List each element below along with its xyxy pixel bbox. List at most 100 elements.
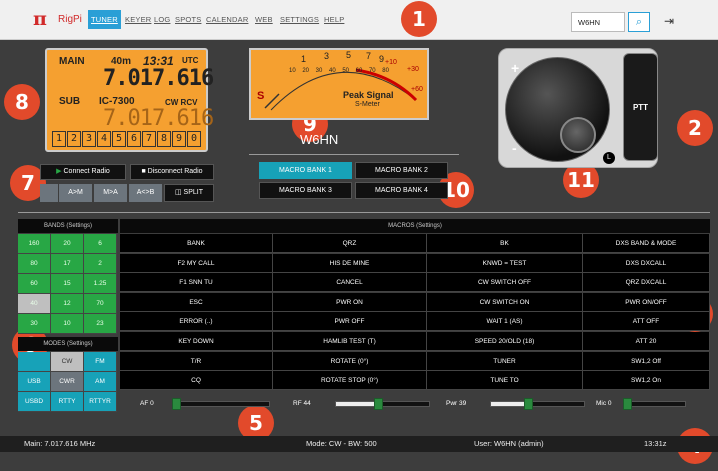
macro-button[interactable]: F2 MY CALL (120, 253, 273, 273)
nav-settings[interactable]: SETTINGS (280, 15, 319, 24)
mode-button[interactable]: RTTY (51, 392, 84, 412)
mode-button[interactable]: CWR (51, 372, 84, 392)
mode-button[interactable]: CW (51, 352, 84, 372)
macro-button[interactable]: ATT 20 (583, 332, 710, 351)
macro-bank-4[interactable]: MACRO BANK 4 (355, 182, 448, 199)
macro-button[interactable]: DXS DXCALL (583, 253, 710, 273)
nav-calendar[interactable]: CALENDAR (206, 15, 248, 24)
macro-button[interactable]: CW SWITCH ON (427, 292, 583, 312)
macro-button[interactable]: PWR ON (273, 292, 427, 312)
pi-logo[interactable]: π (33, 8, 47, 30)
macro-button[interactable]: T/R (120, 351, 273, 371)
nav-tuner[interactable]: TUNER (88, 10, 121, 29)
macro-button[interactable]: ATT OFF (583, 312, 710, 332)
nav-help[interactable]: HELP (324, 15, 344, 24)
slider-thumb[interactable] (524, 398, 534, 410)
slider-track[interactable] (490, 398, 585, 410)
slider-track[interactable] (623, 398, 686, 410)
slider-track[interactable] (172, 398, 270, 410)
band-button[interactable]: 30 (18, 314, 51, 334)
memory-cell[interactable]: 5 (112, 131, 126, 147)
mode-button[interactable]: AM (84, 372, 117, 392)
lock-button[interactable]: L (603, 152, 615, 164)
slider-thumb[interactable] (373, 398, 383, 410)
slider-thumb[interactable] (623, 398, 632, 410)
band-button[interactable]: 23 (84, 314, 117, 334)
macro-button[interactable]: SW1,2 Off (583, 351, 710, 371)
band-button[interactable]: 40 (18, 294, 51, 314)
knob-plus-button[interactable]: + (511, 60, 519, 76)
macros-header[interactable]: MACROS (Settings) (120, 219, 710, 233)
tuning-knob[interactable] (505, 57, 610, 162)
band-button[interactable]: 80 (18, 254, 51, 274)
macro-button[interactable]: KNWD = TEST (427, 253, 583, 273)
knob-dimple[interactable] (560, 117, 596, 153)
macro-button[interactable]: SW1,2 On (583, 371, 710, 391)
memory-cell[interactable]: 8 (157, 131, 171, 147)
memory-cell[interactable]: 9 (172, 131, 186, 147)
main-frequency[interactable]: 7.017.616 (103, 66, 214, 91)
band-button[interactable]: 12 (51, 294, 84, 314)
nav-spots[interactable]: SPOTS (175, 15, 201, 24)
band-button[interactable]: 17 (51, 254, 84, 274)
macro-button[interactable]: CANCEL (273, 273, 427, 293)
mode-button[interactable]: RTTYR (84, 392, 117, 412)
band-button[interactable]: 70 (84, 294, 117, 314)
knob-minus-button[interactable]: - (512, 140, 517, 156)
a-to-m-button[interactable]: A>M (59, 184, 92, 202)
ptt-button[interactable]: PTT (623, 53, 658, 161)
band-button[interactable]: 2 (84, 254, 117, 274)
macro-button[interactable]: CW SWITCH OFF (427, 273, 583, 293)
memory-cell[interactable]: 4 (97, 131, 111, 147)
logout-icon[interactable]: ⇥ (664, 14, 674, 28)
memory-cell[interactable]: 3 (82, 131, 96, 147)
bands-header[interactable]: BANDS (Settings) (18, 219, 118, 233)
macro-bank-2[interactable]: MACRO BANK 2 (355, 162, 448, 179)
macro-button[interactable]: PWR OFF (273, 312, 427, 332)
macro-button[interactable]: HIS DE MINE (273, 253, 427, 273)
band-button[interactable]: 20 (51, 234, 84, 254)
split-button[interactable]: ◫ SPLIT (164, 184, 214, 202)
band-button[interactable]: 60 (18, 274, 51, 294)
band-button[interactable]: 160 (18, 234, 51, 254)
sub-frequency[interactable]: 7.017.616 (103, 106, 214, 131)
band-button[interactable]: 10 (51, 314, 84, 334)
macro-button[interactable]: PWR ON/OFF (583, 292, 710, 312)
mode-button[interactable]: USBD (18, 392, 51, 412)
macro-button[interactable]: SPEED 20/OLD (18) (427, 332, 583, 351)
mode-button[interactable] (18, 352, 51, 372)
nav-keyer[interactable]: KEYER (125, 15, 151, 24)
slider-thumb[interactable] (172, 398, 181, 410)
m-to-a-button[interactable]: M>A (94, 184, 127, 202)
macro-button[interactable]: ROTATE (0°) (273, 351, 427, 371)
macro-button[interactable]: ROTATE STOP (0°) (273, 371, 427, 391)
search-button[interactable]: ⌕ (628, 12, 650, 32)
macro-button[interactable]: HAMLIB TEST (T) (273, 332, 427, 351)
macro-button[interactable]: BK (427, 234, 583, 253)
callsign-search-input[interactable] (571, 12, 625, 32)
macro-button[interactable]: ESC (120, 292, 273, 312)
macro-button[interactable]: ERROR (..) (120, 312, 273, 332)
band-button[interactable]: 15 (51, 274, 84, 294)
macro-button[interactable]: WAIT 1 (AS) (427, 312, 583, 332)
blank-button[interactable] (40, 184, 58, 202)
macro-bank-1[interactable]: MACRO BANK 1 (259, 162, 352, 179)
modes-header[interactable]: MODES (Settings) (18, 337, 118, 351)
memory-cell[interactable]: 7 (142, 131, 156, 147)
macro-button[interactable]: QRZ DXCALL (583, 273, 710, 293)
nav-web[interactable]: WEB (255, 15, 273, 24)
connect-radio-button[interactable]: ▶ Connect Radio (40, 164, 126, 180)
macro-button[interactable]: CQ (120, 371, 273, 391)
disconnect-radio-button[interactable]: ■ Disconnect Radio (130, 164, 214, 180)
swap-ab-button[interactable]: A<>B (129, 184, 162, 202)
macro-button[interactable]: TUNER (427, 351, 583, 371)
mode-button[interactable]: FM (84, 352, 117, 372)
macro-bank-3[interactable]: MACRO BANK 3 (259, 182, 352, 199)
mode-button[interactable]: USB (18, 372, 51, 392)
brand-name[interactable]: RigPi (58, 14, 82, 25)
slider-track[interactable] (335, 398, 430, 410)
memory-cell[interactable]: 2 (67, 131, 81, 147)
macro-button[interactable]: DXS BAND & MODE (583, 234, 710, 253)
memory-cell[interactable]: 6 (127, 131, 141, 147)
macro-button[interactable]: QRZ (273, 234, 427, 253)
